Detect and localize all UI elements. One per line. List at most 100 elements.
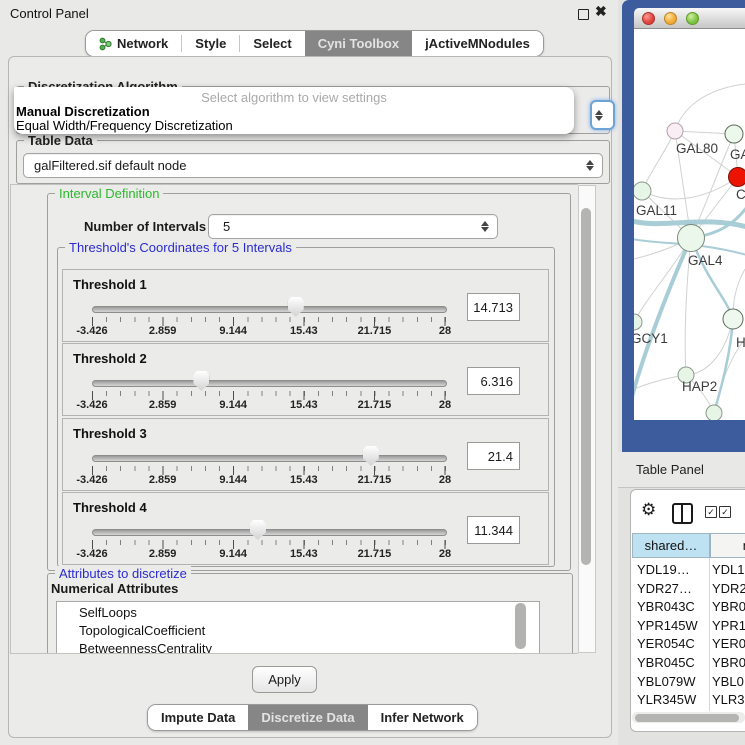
tab-select[interactable]: Select [240, 31, 304, 56]
network-edge [714, 319, 733, 413]
attributes-group-title: Attributes to discretize [55, 566, 191, 581]
gear-icon[interactable]: ⚙ [641, 500, 656, 520]
table-cell[interactable]: YDL19… [637, 562, 690, 577]
attribute-item-selfloops[interactable]: SelfLoops [79, 605, 137, 620]
tick-label: 2.859 [149, 325, 177, 337]
close-traffic-light-icon[interactable] [642, 12, 655, 25]
threshold-slider-track[interactable] [92, 529, 447, 536]
tick-label: -3.426 [76, 474, 107, 486]
threshold-slider-thumb[interactable] [193, 371, 209, 391]
table-cell[interactable]: YDR2 [712, 581, 745, 596]
table-cell[interactable]: YBR045C [637, 655, 695, 670]
tab-impute-data[interactable]: Impute Data [148, 705, 248, 730]
network-window-titlebar[interactable] [634, 8, 745, 29]
tab-label: Cyni Toolbox [318, 36, 399, 51]
network-node[interactable] [706, 405, 722, 420]
tick-label: 2.859 [149, 548, 177, 560]
tick-label: 28 [439, 548, 451, 560]
tab-discretize-data[interactable]: Discretize Data [248, 705, 367, 730]
network-canvas[interactable]: GAL80GACGAL11GAL4GCY1HHAP2 [634, 29, 745, 420]
table-data-combobox[interactable]: galFiltered.sif default node [23, 153, 603, 178]
table-column-header-0[interactable]: shared… [632, 533, 710, 558]
threshold-value-field[interactable]: 6.316 [467, 367, 520, 395]
threshold-panel-3: Threshold 3 -3.4262.8599.14415.4321.7152… [62, 418, 549, 491]
column-divider [709, 558, 710, 711]
network-node[interactable] [678, 225, 705, 252]
network-node[interactable] [667, 123, 683, 139]
tick-label: 21.715 [358, 399, 392, 411]
threshold-value-field[interactable]: 14.713 [467, 293, 520, 321]
threshold-slider-thumb[interactable] [250, 520, 266, 540]
table-cell[interactable]: YBL079W [637, 674, 696, 689]
checkbox-icons[interactable]: ✓ ✓ [705, 506, 731, 518]
tick-label: 21.715 [358, 325, 392, 337]
tab-jactivemnodules[interactable]: jActiveMNodules [412, 31, 543, 56]
table-cell[interactable]: YER0 [712, 636, 745, 651]
checkbox-icon[interactable]: ✓ [719, 506, 731, 518]
tick-label: 2.859 [149, 399, 177, 411]
tab-cyni-toolbox[interactable]: Cyni Toolbox [305, 31, 412, 56]
close-icon[interactable]: ✖ [595, 3, 607, 20]
table-cell[interactable]: YBR0 [712, 655, 745, 670]
attribute-item-topologicalcoefficient[interactable]: TopologicalCoefficient [79, 623, 205, 638]
algorithm-combobox[interactable] [590, 100, 615, 130]
float-window-icon[interactable] [578, 9, 589, 20]
tab-infer-network[interactable]: Infer Network [368, 705, 477, 730]
network-node[interactable] [729, 168, 745, 187]
table-hscrollbar-thumb[interactable] [635, 714, 739, 722]
table-cell[interactable]: YLR345W [637, 692, 696, 707]
threshold-label: Threshold 1 [73, 277, 147, 292]
network-node[interactable] [634, 314, 642, 330]
checkbox-icon[interactable]: ✓ [705, 506, 717, 518]
threshold-value-field[interactable]: 11.344 [467, 516, 520, 544]
table-cell[interactable]: YBR0 [712, 599, 745, 614]
threshold-panel-4: Threshold 4 -3.4262.8599.14415.4321.7152… [62, 492, 549, 565]
combo-arrows-icon [480, 221, 489, 232]
threshold-slider-thumb[interactable] [288, 297, 304, 317]
attribute-item-betweennesscentrality[interactable]: BetweennessCentrality [79, 641, 212, 654]
table-data-groupbox: Table Data galFiltered.sif default node [16, 140, 610, 184]
table-cell[interactable]: YLR3 [712, 692, 745, 707]
zoom-traffic-light-icon[interactable] [686, 12, 699, 25]
attributes-list-scrollbar[interactable] [515, 603, 526, 649]
network-icon [99, 37, 112, 51]
algorithm-option-equal-width[interactable]: Equal Width/Frequency Discretization [16, 118, 233, 133]
table-column-header-1[interactable]: na [710, 533, 745, 558]
table-cell[interactable]: YBR043C [637, 599, 695, 614]
tab-network[interactable]: Network [86, 31, 181, 56]
threshold-slider-track[interactable] [92, 455, 447, 462]
combo-arrows-icon [585, 160, 594, 171]
network-node-label-ga: GA [730, 147, 745, 162]
top-tab-bar: NetworkStyleSelect Cyni Toolbox jActiveMNo… [85, 30, 544, 57]
table-cell[interactable]: YDR27… [637, 581, 692, 596]
network-node[interactable] [634, 182, 651, 200]
algorithm-option-manual[interactable]: Manual Discretization [16, 104, 150, 119]
table-cell[interactable]: YDL1 [712, 562, 745, 577]
network-node[interactable] [725, 125, 743, 143]
column-layout-icon[interactable] [672, 503, 693, 524]
minimize-traffic-light-icon[interactable] [664, 12, 677, 25]
network-node[interactable] [723, 309, 743, 329]
main-scrollbar-thumb[interactable] [581, 208, 591, 565]
threshold-slider-thumb[interactable] [363, 446, 379, 466]
network-node-label-c: C [736, 187, 745, 202]
tick-label: 28 [439, 399, 451, 411]
network-node-label-gal4: GAL4 [688, 253, 723, 268]
num-intervals-value: 5 [209, 219, 480, 234]
threshold-slider-track[interactable] [92, 306, 447, 313]
num-intervals-combobox[interactable]: 5 [208, 214, 498, 239]
network-node-label-h: H [736, 335, 745, 350]
tick-label: 28 [439, 325, 451, 337]
apply-button[interactable]: Apply [252, 666, 317, 693]
table-cell[interactable]: YPR1 [712, 618, 745, 633]
table-cell[interactable]: YBL0 [712, 674, 744, 689]
threshold-value-field[interactable]: 21.4 [467, 442, 520, 470]
table-cell[interactable]: YER054C [637, 636, 695, 651]
numerical-attributes-list[interactable]: SelfLoops TopologicalCoefficient Betweenne… [56, 601, 540, 654]
numerical-attributes-label: Numerical Attributes [51, 581, 178, 596]
tab-style[interactable]: Style [182, 31, 239, 56]
threshold-slider-track[interactable] [92, 380, 447, 387]
table-cell[interactable]: YPR145W [637, 618, 698, 633]
tick-label: 21.715 [358, 474, 392, 486]
tick-label: 9.144 [219, 474, 247, 486]
